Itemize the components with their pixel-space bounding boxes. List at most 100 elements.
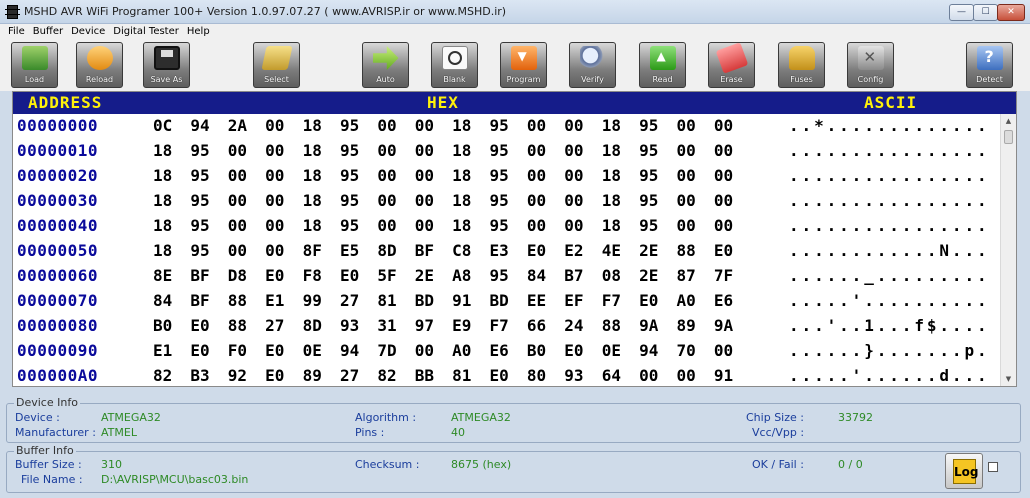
erase-button[interactable]: Erase	[708, 42, 755, 88]
row-hex-bytes[interactable]: 84 BF 88 E1 99 27 81 BD 91 BD EE EF F7 E0 A0 E6	[153, 291, 753, 310]
hex-byte[interactable]: 00	[265, 141, 302, 160]
verify-button[interactable]: Verify	[569, 42, 616, 88]
hex-byte[interactable]: EF	[564, 291, 601, 310]
hex-byte[interactable]: C8	[452, 241, 489, 260]
hex-byte[interactable]: 00	[377, 191, 414, 210]
load-button[interactable]: Load	[11, 42, 58, 88]
hex-byte[interactable]: E0	[265, 341, 302, 360]
hex-byte[interactable]: B3	[190, 366, 227, 385]
hex-byte[interactable]: 66	[527, 316, 564, 335]
hex-byte[interactable]: 18	[303, 191, 340, 210]
hex-byte[interactable]: 95	[190, 141, 227, 160]
hex-byte[interactable]: 18	[303, 166, 340, 185]
hex-byte[interactable]: 88	[228, 291, 265, 310]
hex-byte[interactable]: 95	[190, 241, 227, 260]
hex-byte[interactable]: 8D	[303, 316, 340, 335]
menu-device[interactable]: Device	[71, 26, 105, 37]
hex-byte[interactable]: 84	[153, 291, 190, 310]
hex-byte[interactable]: E0	[639, 291, 676, 310]
hex-byte[interactable]: 80	[527, 366, 564, 385]
hex-row[interactable]: 00000080 B0 E0 88 27 8D 93 31 97 E9 F7 66 24 88 9A 89 9A…	[13, 315, 1003, 340]
hex-byte[interactable]: 00	[564, 141, 601, 160]
hex-byte[interactable]: A0	[676, 291, 713, 310]
hex-byte[interactable]: 18	[452, 116, 489, 135]
config-button[interactable]: Config	[847, 42, 894, 88]
hex-byte[interactable]: 00	[676, 216, 713, 235]
hex-byte[interactable]: 18	[602, 116, 639, 135]
close-button[interactable]: ✕	[997, 4, 1025, 21]
hex-byte[interactable]: 00	[377, 216, 414, 235]
hex-byte[interactable]: 88	[602, 316, 639, 335]
hex-byte[interactable]: BF	[190, 291, 227, 310]
hex-byte[interactable]: E0	[527, 241, 564, 260]
hex-byte[interactable]: 27	[265, 316, 302, 335]
hex-byte[interactable]: 00	[564, 166, 601, 185]
fuses-button[interactable]: Fuses	[778, 42, 825, 88]
hex-byte[interactable]: E1	[265, 291, 302, 310]
hex-byte[interactable]: A0	[452, 341, 489, 360]
hex-byte[interactable]: EE	[527, 291, 564, 310]
hex-byte[interactable]: E0	[265, 366, 302, 385]
hex-byte[interactable]: 93	[340, 316, 377, 335]
hex-byte[interactable]: 95	[340, 191, 377, 210]
hex-byte[interactable]: 95	[190, 166, 227, 185]
hex-byte[interactable]: 95	[340, 141, 377, 160]
hex-byte[interactable]: A8	[452, 266, 489, 285]
hex-byte[interactable]: 64	[602, 366, 639, 385]
hex-byte[interactable]: E5	[340, 241, 377, 260]
row-hex-bytes[interactable]: 18 95 00 00 18 95 00 00 18 95 00 00 18 95 00 00	[153, 191, 753, 210]
hex-byte[interactable]: 00	[265, 216, 302, 235]
hex-byte[interactable]: 00	[714, 166, 751, 185]
hex-byte[interactable]: 8D	[377, 241, 414, 260]
hex-byte[interactable]: 95	[190, 191, 227, 210]
row-hex-bytes[interactable]: B0 E0 88 27 8D 93 31 97 E9 F7 66 24 88 9A 89 9A	[153, 316, 753, 335]
hex-row[interactable]: 00000020 18 95 00 00 18 95 00 00 18 95 00 00 18 95 00 00…	[13, 165, 1003, 190]
hex-row[interactable]: 00000090 E1 E0 F0 E0 0E 94 7D 00 A0 E6 B0 E0 0E 94 70 00…	[13, 340, 1003, 365]
hex-byte[interactable]: 00	[676, 191, 713, 210]
hex-byte[interactable]: 89	[303, 366, 340, 385]
hex-byte[interactable]: 2E	[639, 266, 676, 285]
hex-byte[interactable]: 84	[527, 266, 564, 285]
row-hex-bytes[interactable]: 18 95 00 00 18 95 00 00 18 95 00 00 18 95 00 00	[153, 216, 753, 235]
hex-byte[interactable]: 00	[714, 141, 751, 160]
hex-byte[interactable]: 8E	[153, 266, 190, 285]
hex-byte[interactable]: 92	[228, 366, 265, 385]
hex-byte[interactable]: B0	[527, 341, 564, 360]
hex-byte[interactable]: BB	[415, 366, 452, 385]
maximize-button[interactable]: ☐	[973, 4, 998, 21]
row-hex-bytes[interactable]: 18 95 00 00 8F E5 8D BF C8 E3 E0 E2 4E 2E 88 E0	[153, 241, 753, 260]
hex-byte[interactable]: 00	[527, 116, 564, 135]
hex-byte[interactable]: 18	[452, 166, 489, 185]
row-hex-bytes[interactable]: 18 95 00 00 18 95 00 00 18 95 00 00 18 95 00 00	[153, 141, 753, 160]
hex-byte[interactable]: 00	[676, 366, 713, 385]
hex-byte[interactable]: 00	[377, 116, 414, 135]
hex-byte[interactable]: E0	[340, 266, 377, 285]
hex-byte[interactable]: 00	[415, 216, 452, 235]
hex-byte[interactable]: E2	[564, 241, 601, 260]
hex-byte[interactable]: 18	[153, 191, 190, 210]
hex-byte[interactable]: 00	[527, 141, 564, 160]
hex-byte[interactable]: 00	[527, 216, 564, 235]
hex-row[interactable]: 00000010 18 95 00 00 18 95 00 00 18 95 00 00 18 95 00 00…	[13, 140, 1003, 165]
hex-byte[interactable]: 18	[452, 191, 489, 210]
hex-byte[interactable]: 7F	[714, 266, 751, 285]
hex-byte[interactable]: 18	[452, 141, 489, 160]
blank-button[interactable]: Blank	[431, 42, 478, 88]
hex-byte[interactable]: BD	[490, 291, 527, 310]
row-hex-bytes[interactable]: 0C 94 2A 00 18 95 00 00 18 95 00 00 18 95 00 00	[153, 116, 753, 135]
hex-byte[interactable]: 97	[415, 316, 452, 335]
hex-byte[interactable]: 18	[602, 166, 639, 185]
hex-byte[interactable]: 00	[228, 216, 265, 235]
hex-byte[interactable]: 00	[639, 366, 676, 385]
hex-byte[interactable]: E0	[190, 341, 227, 360]
hex-row[interactable]: 00000040 18 95 00 00 18 95 00 00 18 95 00 00 18 95 00 00…	[13, 215, 1003, 240]
reload-button[interactable]: Reload	[76, 42, 123, 88]
hex-byte[interactable]: E0	[490, 366, 527, 385]
hex-byte[interactable]: 9A	[639, 316, 676, 335]
hex-byte[interactable]: 82	[377, 366, 414, 385]
hex-byte[interactable]: 00	[564, 116, 601, 135]
hex-byte[interactable]: 91	[714, 366, 751, 385]
hex-byte[interactable]: E0	[265, 266, 302, 285]
hex-byte[interactable]: 81	[377, 291, 414, 310]
log-button[interactable]: Log	[945, 453, 983, 489]
